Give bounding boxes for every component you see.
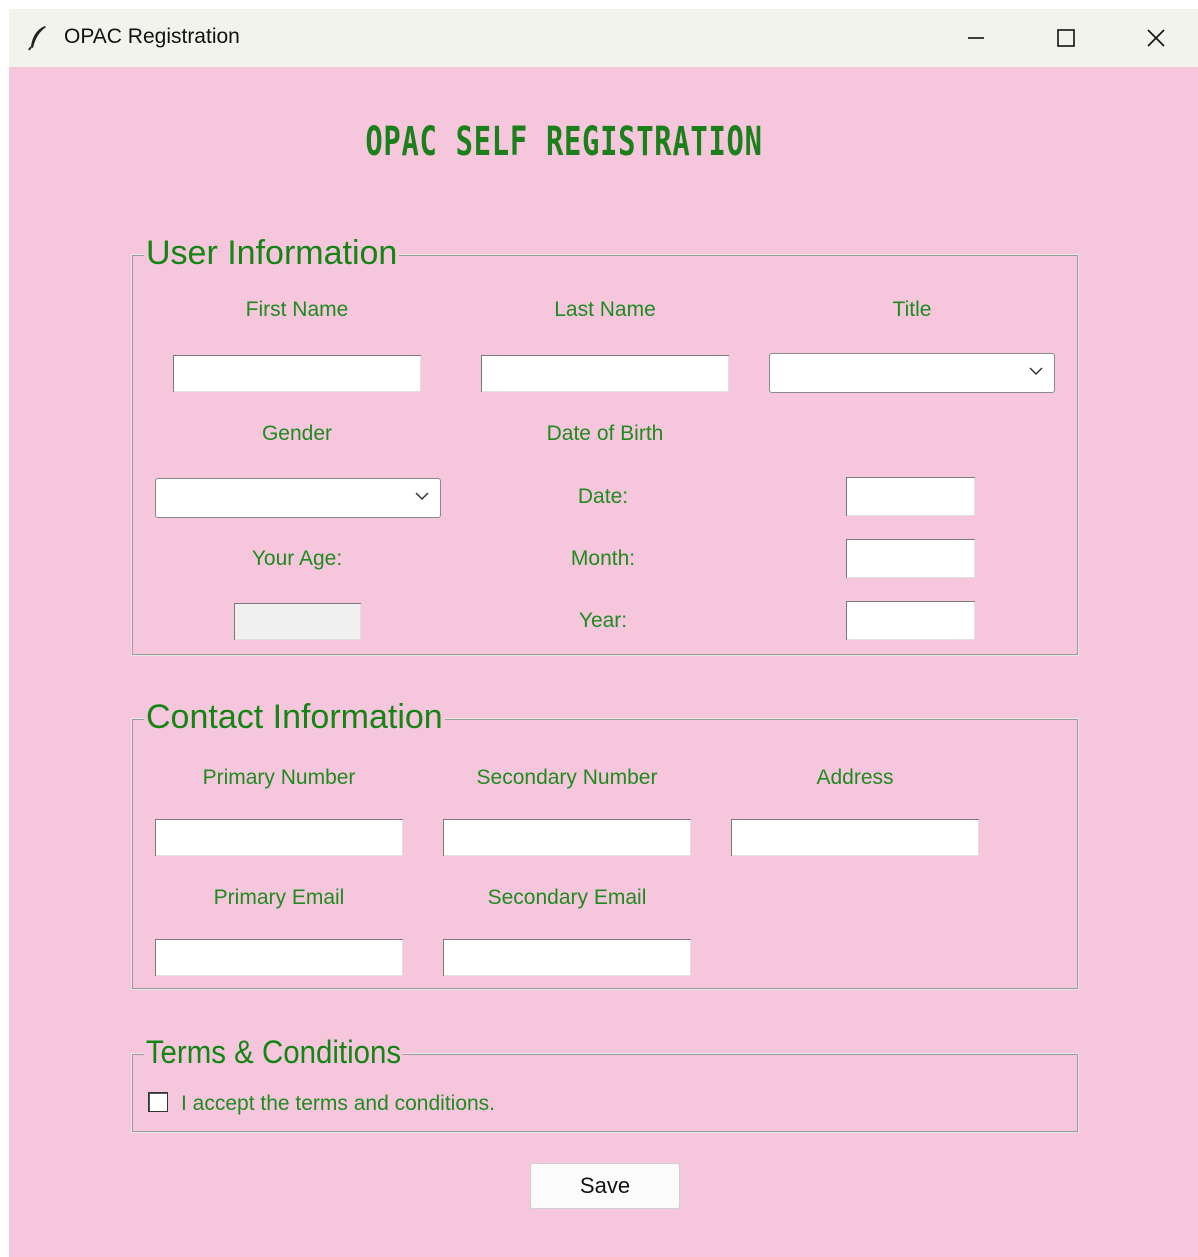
- terms-checkbox-label[interactable]: I accept the terms and conditions.: [181, 1092, 495, 1116]
- close-button[interactable]: [1111, 9, 1198, 67]
- date-of-birth-label: Date of Birth: [546, 422, 664, 445]
- title-bar: OPAC Registration: [9, 9, 1198, 67]
- minimize-icon: [968, 37, 984, 39]
- year-input[interactable]: [846, 601, 975, 640]
- title-select[interactable]: [769, 353, 1055, 393]
- title-label: Title: [892, 298, 932, 321]
- secondary-number-input[interactable]: [443, 819, 691, 856]
- contact-information-group: Contact Information Primary Number Secon…: [131, 697, 1079, 990]
- date-label: Date:: [577, 485, 629, 508]
- year-label: Year:: [578, 609, 628, 632]
- first-name-input[interactable]: [173, 355, 421, 392]
- save-button[interactable]: Save: [530, 1163, 680, 1209]
- primary-email-input[interactable]: [155, 939, 403, 976]
- address-label: Address: [816, 766, 894, 789]
- maximize-button[interactable]: [1021, 9, 1111, 67]
- close-icon: [1147, 29, 1165, 47]
- terms-legend: Terms & Conditions: [144, 1032, 403, 1072]
- chevron-down-icon: [1029, 367, 1043, 376]
- date-input[interactable]: [846, 477, 975, 516]
- age-display: [234, 603, 361, 640]
- last-name-input[interactable]: [481, 355, 729, 392]
- last-name-label: Last Name: [554, 298, 656, 321]
- month-input[interactable]: [846, 539, 975, 578]
- secondary-email-label: Secondary Email: [487, 886, 647, 909]
- secondary-number-label: Secondary Number: [476, 766, 658, 789]
- primary-number-label: Primary Number: [202, 766, 356, 789]
- terms-group: Terms & Conditions I accept the terms an…: [131, 1032, 1079, 1133]
- gender-label: Gender: [261, 422, 333, 445]
- page-title: OPAC SELF REGISTRATION: [365, 119, 763, 165]
- feather-icon: [28, 26, 46, 51]
- secondary-email-input[interactable]: [443, 939, 691, 976]
- maximize-icon: [1057, 29, 1075, 47]
- address-input[interactable]: [731, 819, 979, 856]
- user-information-legend: User Information: [144, 233, 400, 273]
- app-window: OPAC Registration OPAC SELF REGISTRATION…: [9, 9, 1198, 1257]
- primary-email-label: Primary Email: [213, 886, 345, 909]
- contact-information-legend: Contact Information: [144, 697, 445, 737]
- user-information-group: User Information First Name Last Name Ti…: [131, 233, 1079, 656]
- first-name-label: First Name: [245, 298, 349, 321]
- chevron-down-icon: [415, 492, 429, 501]
- gender-select[interactable]: [155, 478, 441, 518]
- your-age-label: Your Age:: [251, 547, 343, 570]
- terms-checkbox[interactable]: [148, 1092, 168, 1112]
- window-title: OPAC Registration: [64, 25, 240, 48]
- minimize-button[interactable]: [931, 9, 1021, 67]
- month-label: Month:: [570, 547, 636, 570]
- primary-number-input[interactable]: [155, 819, 403, 856]
- form-area: OPAC SELF REGISTRATION User Information …: [9, 67, 1198, 1257]
